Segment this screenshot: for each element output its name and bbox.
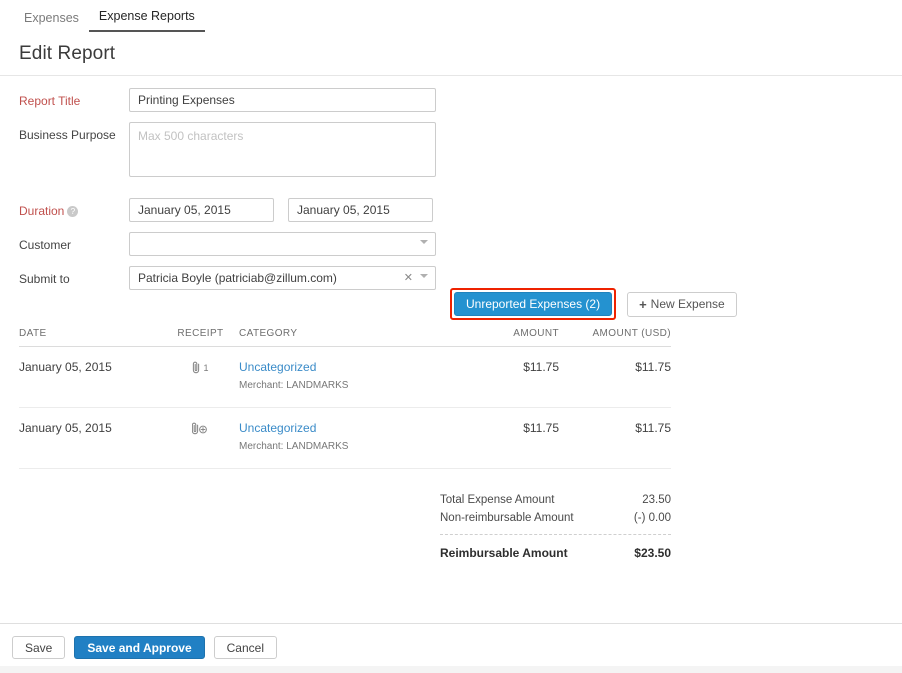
field-report-title: Report Title [19,88,639,112]
row-category-cell: Uncategorized Merchant: LANDMARKS [239,360,431,391]
row-date: January 05, 2015 [19,360,162,374]
submit-to-value: Patricia Boyle (patriciab@zillum.com) [138,271,337,285]
totals-divider [440,534,671,535]
column-header-category: CATEGORY [239,328,431,339]
field-submit-to: Submit to Patricia Boyle (patriciab@zill… [19,266,639,290]
total-expense-label: Total Expense Amount [440,494,554,506]
category-link[interactable]: Uncategorized [239,360,431,374]
category-link[interactable]: Uncategorized [239,421,431,435]
business-purpose-label: Business Purpose [19,122,129,142]
column-header-amount: AMOUNT [431,328,559,339]
page-title: Edit Report [19,43,115,65]
reimbursable-label: Reimbursable Amount [440,546,568,560]
row-amount: $11.75 [431,421,559,435]
paperclip-icon[interactable] [192,361,201,374]
duration-to-input[interactable] [288,198,433,222]
row-receipt[interactable]: 1 [162,360,239,374]
edit-report-page: Expenses Expense Reports Edit Report Rep… [0,0,902,673]
receipt-count: 1 [203,363,208,373]
non-reimbursable-label: Non-reimbursable Amount [440,512,574,524]
footer-actions: Save Save and Approve Cancel [12,636,277,659]
submit-to-label: Submit to [19,266,129,286]
expenses-table: DATE RECEIPT CATEGORY AMOUNT AMOUNT (USD… [19,328,671,469]
submit-to-control: Patricia Boyle (patriciab@zillum.com) ✕ [129,266,436,290]
duration-from-input[interactable] [129,198,274,222]
customer-select[interactable] [129,232,436,256]
row-amount-usd: $11.75 [559,421,671,435]
field-customer: Customer [19,232,639,256]
tab-expense-reports[interactable]: Expense Reports [89,9,205,32]
non-reimbursable-value: (-) 0.00 [634,512,671,524]
table-header: DATE RECEIPT CATEGORY AMOUNT AMOUNT (USD… [19,328,671,347]
title-divider [0,75,902,76]
column-header-receipt: RECEIPT [162,328,239,339]
total-expense-value: 23.50 [642,494,671,506]
save-button[interactable]: Save [12,636,65,659]
unreported-expenses-highlight: Unreported Expenses (2) [450,288,616,320]
footer-divider [0,623,902,624]
customer-label: Customer [19,232,129,252]
column-header-date: DATE [19,328,162,339]
totals-panel: Total Expense Amount 23.50 Non-reimbursa… [440,491,671,563]
report-title-control [129,88,436,112]
duration-label-text: Duration [19,204,64,218]
merchant-text: Merchant: LANDMARKS [239,380,431,391]
reimbursable-value: $23.50 [634,546,671,560]
bottom-strip [0,666,902,673]
cancel-button[interactable]: Cancel [214,636,277,659]
merchant-text: Merchant: LANDMARKS [239,441,431,452]
customer-select-value [129,232,436,256]
duration-control [129,198,433,222]
expense-actions: Unreported Expenses (2) + New Expense [450,288,737,320]
submit-to-select[interactable]: Patricia Boyle (patriciab@zillum.com) ✕ [129,266,436,290]
reimbursable-row: Reimbursable Amount $23.50 [440,543,671,563]
paperclip-add-icon[interactable] [192,422,208,435]
new-expense-label: New Expense [651,297,725,311]
table-row[interactable]: January 05, 2015 Uncategorized Merchant:… [19,408,671,469]
field-duration: Duration? [19,198,639,222]
tab-bar: Expenses Expense Reports [0,0,902,32]
report-form: Report Title Business Purpose Duration? … [19,88,639,300]
report-title-input[interactable] [129,88,436,112]
new-expense-button[interactable]: + New Expense [627,292,737,317]
field-business-purpose: Business Purpose [19,122,639,182]
row-amount: $11.75 [431,360,559,374]
row-category-cell: Uncategorized Merchant: LANDMARKS [239,421,431,452]
table-row[interactable]: January 05, 2015 1 Uncategorized Merchan… [19,347,671,408]
plus-icon: + [639,297,647,312]
save-and-approve-button[interactable]: Save and Approve [74,636,204,659]
unreported-expenses-button[interactable]: Unreported Expenses (2) [454,292,612,316]
close-icon[interactable]: ✕ [404,271,413,285]
row-amount-usd: $11.75 [559,360,671,374]
question-circle-icon[interactable]: ? [67,206,78,217]
business-purpose-control [129,122,436,182]
submit-to-value-box: Patricia Boyle (patriciab@zillum.com) [129,266,436,290]
report-title-label: Report Title [19,88,129,108]
tab-expenses[interactable]: Expenses [14,11,89,32]
duration-label: Duration? [19,198,129,218]
business-purpose-input[interactable] [129,122,436,177]
column-header-amount-usd: AMOUNT (USD) [559,328,671,339]
customer-control [129,232,436,256]
row-receipt[interactable] [162,421,239,435]
total-expense-row: Total Expense Amount 23.50 [440,491,671,509]
non-reimbursable-row: Non-reimbursable Amount (-) 0.00 [440,509,671,527]
row-date: January 05, 2015 [19,421,162,435]
